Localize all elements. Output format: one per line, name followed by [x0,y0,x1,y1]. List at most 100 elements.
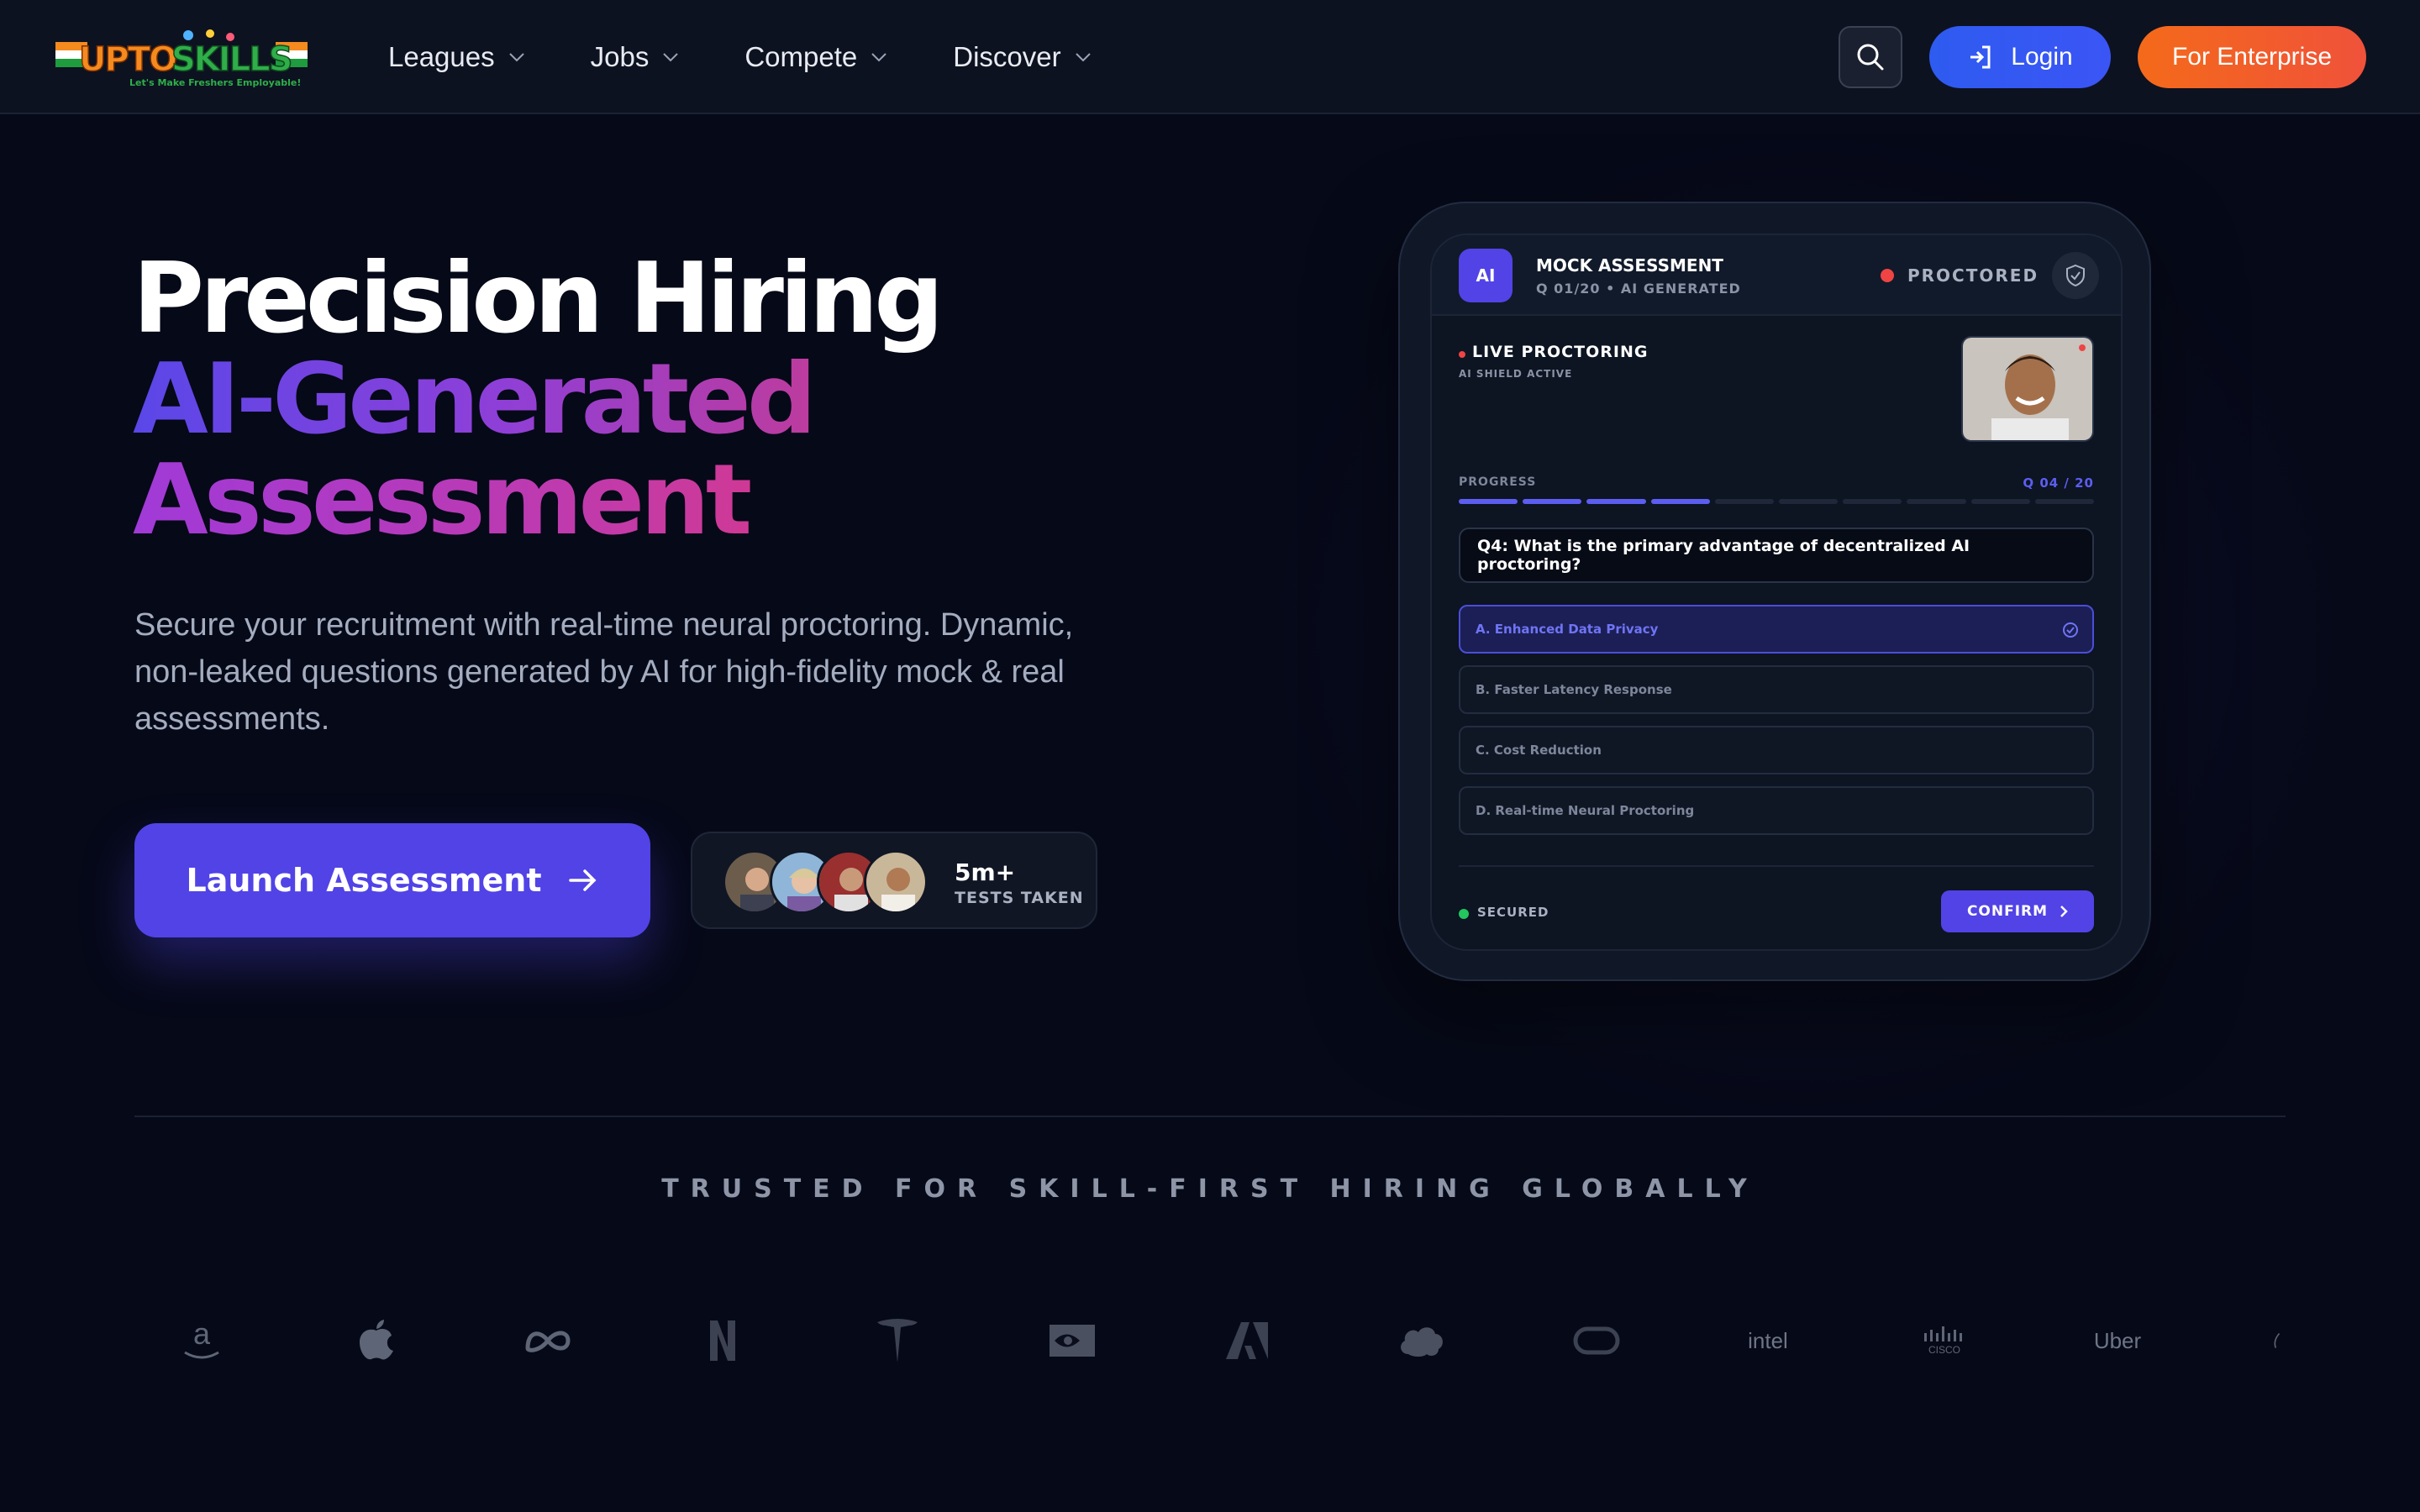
progress-segment [1714,499,1775,504]
cam-recording-dot-icon [2079,344,2086,351]
chevron-down-icon [1075,53,1091,62]
salesforce-logo [1397,1310,1447,1371]
progress-count: Q 04 / 20 [2023,475,2094,491]
secured-dot-icon [1459,909,1469,919]
recording-dot-icon [1881,269,1894,282]
option-d[interactable]: D. Real-time Neural Proctoring [1459,786,2094,835]
search-icon [1857,44,1884,71]
top-navbar: UPTO SKILLS Let's Make Freshers Employab… [0,0,2420,114]
assessment-device-mockup: AI MOCK ASSESSMENT Q 01/20 • AI GENERATE… [1398,202,2151,981]
tests-taken-card: 5m+ TESTS TAKEN [691,832,1097,929]
brand-logo-strip: a intel CISCO Uber [134,1310,2286,1371]
live-dot-icon [1459,351,1465,358]
progress-label: PROGRESS [1459,475,1537,489]
login-icon [1970,45,1991,69]
check-circle-icon [2063,622,2078,638]
partial-brand-logo [2272,1310,2286,1371]
svg-text:a: a [193,1319,211,1351]
ai-badge: AI [1459,249,1512,302]
option-label: D. Real-time Neural Proctoring [1476,803,1695,818]
for-enterprise-button[interactable]: For Enterprise [2138,26,2366,88]
hero-title-line-2: AI-Generated [133,349,939,450]
nav-label: Jobs [590,41,650,72]
progress-segment [2034,499,2095,504]
tests-label: TESTS TAKEN [955,889,1084,907]
uptoskills-logo[interactable]: UPTO SKILLS Let's Make Freshers Employab… [54,27,309,89]
chevron-down-icon [663,53,679,62]
login-label: Login [2011,43,2073,71]
option-label: B. Faster Latency Response [1476,682,1672,697]
nav-label: Discover [953,41,1061,72]
nav-item-discover[interactable]: Discover [953,41,1091,73]
apple-logo [351,1310,402,1371]
svg-text:SKILLS: SKILLS [171,40,291,79]
hero-title: Precision Hiring AI-Generated Assessment [133,242,944,551]
confirm-label: CONFIRM [1966,903,2049,920]
option-label: A. Enhanced Data Privacy [1476,622,1659,637]
nvidia-logo [1047,1310,1097,1371]
nav-label: Compete [744,41,858,72]
progress-segment [1586,499,1646,504]
oracle-logo [1571,1310,1622,1371]
cisco-logo: CISCO [1919,1310,1970,1371]
assessment-header: AI MOCK ASSESSMENT Q 01/20 • AI GENERATE… [1432,235,2121,316]
intel-wordmark: intel [1748,1327,1788,1353]
progress-segment [1650,499,1710,504]
option-c[interactable]: C. Cost Reduction [1459,726,2094,774]
proctored-status: PROCTORED [1907,265,2039,286]
hero-subtitle: Secure your recruitment with real-time n… [134,607,1074,737]
nav-item-leagues[interactable]: Leagues [388,41,525,73]
netflix-logo [697,1310,748,1371]
logo-tagline: Let's Make Freshers Employable! [129,77,301,88]
live-proctoring-subtitle: AI SHIELD ACTIVE [1459,368,1573,380]
option-label: C. Cost Reduction [1476,743,1602,758]
shield-check-icon [2066,264,2085,287]
launch-assessment-button[interactable]: Launch Assessment [134,823,650,937]
login-button[interactable]: Login [1929,26,2111,88]
svg-text:UPTO: UPTO [79,40,176,79]
hero-title-line-3: Assessment [133,450,939,551]
progress-segment [1779,499,1839,504]
section-divider [134,1116,2286,1117]
secured-status: SECURED [1477,905,1549,920]
assessment-subtitle: Q 01/20 • AI GENERATED [1536,281,1741,297]
avatar [864,850,928,914]
chevron-down-icon [871,53,886,62]
tests-count: 5m+ [955,858,1016,886]
meta-logo [523,1310,573,1371]
shield-button[interactable] [2052,252,2099,299]
uber-logo: Uber [2084,1310,2151,1371]
live-proctoring-title: LIVE PROCTORING [1472,343,1649,361]
enterprise-label: For Enterprise [2171,43,2333,71]
progress-segment [1970,499,2030,504]
progress-segment [1459,499,1518,504]
progress-segment [1907,499,1966,504]
amazon-logo: a [176,1310,227,1371]
progress-segment [1843,499,1902,504]
hero-title-line-1: Precision Hiring [133,242,944,355]
option-b[interactable]: B. Faster Latency Response [1459,665,2094,714]
chevron-down-icon [508,53,524,62]
cisco-wordmark: CISCO [1928,1344,1960,1356]
progress-segment [1523,499,1582,504]
adobe-logo [1222,1310,1272,1371]
nav-label: Leagues [388,41,495,72]
arrow-right-icon [568,869,596,891]
confirm-button[interactable]: CONFIRM [1941,890,2094,932]
launch-label: Launch Assessment [186,862,542,899]
nav-item-jobs[interactable]: Jobs [591,41,680,73]
trusted-heading: TRUSTED FOR SKILL-FIRST HIRING GLOBALLY [661,1174,1759,1204]
intel-logo: intel [1734,1310,1802,1371]
nav-item-compete[interactable]: Compete [744,41,887,73]
tesla-logo [872,1310,923,1371]
assessment-title: MOCK ASSESSMENT [1536,255,1723,276]
uber-wordmark: Uber [2093,1327,2142,1353]
search-button[interactable] [1839,26,1902,88]
option-a[interactable]: A. Enhanced Data Privacy [1459,605,2094,654]
chevron-right-icon [2060,906,2068,917]
question-text: Q4: What is the primary advantage of dec… [1459,528,2094,583]
main-menu: Leagues Jobs Compete Discover [388,0,1157,114]
progress-bar [1459,499,2095,504]
divider [1459,865,2094,867]
webcam-feed [1961,336,2094,442]
